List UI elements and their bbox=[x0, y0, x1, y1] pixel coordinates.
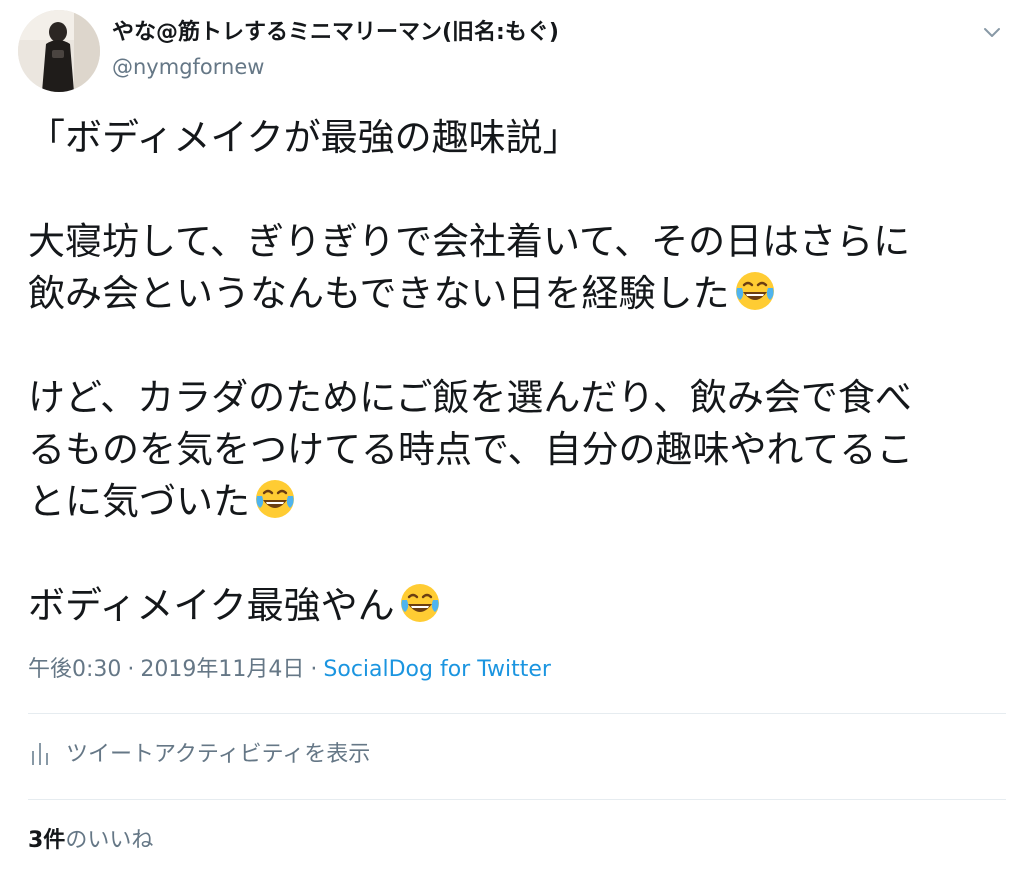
avatar-photo bbox=[18, 10, 100, 92]
display-name[interactable]: やな@筋トレするミニマリーマン(旧名:もぐ) bbox=[112, 20, 559, 46]
tweet-date[interactable]: 2019年11月4日 bbox=[140, 657, 304, 682]
tweet-time[interactable]: 午後0:30 bbox=[28, 657, 121, 682]
user-handle[interactable]: @nymgfornew bbox=[112, 54, 264, 80]
tweet-line: けど、カラダのためにご飯を選んだり、飲み会で食べ bbox=[28, 376, 912, 419]
tweet-line: るものを気をつけてる時点で、自分の趣味やれてるこ bbox=[28, 428, 914, 471]
tears-of-joy-emoji-icon bbox=[252, 476, 298, 522]
tweet-detail: やな@筋トレするミニマリーマン(旧名:もぐ) @nymgfornew 「ボディメ… bbox=[0, 0, 1024, 870]
bar-chart-icon bbox=[32, 743, 48, 765]
tweet-text: 「ボディメイクが最強の趣味説」 大寝坊して、ぎりぎりで会社着いて、その日はさらに… bbox=[28, 112, 1003, 632]
tears-of-joy-emoji-icon bbox=[732, 268, 778, 314]
tweet-meta: 午後0:30 · 2019年11月4日 · SocialDog for Twitter bbox=[28, 655, 551, 685]
chevron-down-icon[interactable] bbox=[978, 18, 1006, 46]
tears-of-joy-emoji-icon bbox=[397, 580, 443, 626]
avatar[interactable] bbox=[18, 10, 100, 92]
divider bbox=[28, 799, 1006, 800]
tweet-source-link[interactable]: SocialDog for Twitter bbox=[323, 657, 551, 682]
tweet-line: 飲み会というなんもできない日を経験した bbox=[28, 268, 1003, 320]
likes-count-link[interactable]: 3件のいいね bbox=[28, 826, 153, 856]
tweet-activity-label: ツイートアクティビティを表示 bbox=[66, 742, 371, 767]
likes-count: 3件 bbox=[28, 828, 66, 853]
meta-separator: · bbox=[310, 657, 318, 682]
divider bbox=[28, 713, 1006, 714]
likes-label: のいいね bbox=[65, 828, 154, 853]
meta-separator: · bbox=[127, 657, 135, 682]
tweet-activity-link[interactable]: ツイートアクティビティを表示 bbox=[30, 740, 370, 770]
tweet-line: とに気づいた bbox=[28, 476, 1003, 528]
tweet-line: 「ボディメイクが最強の趣味説」 bbox=[28, 116, 580, 159]
tweet-line: 大寝坊して、ぎりぎりで会社着いて、その日はさらに bbox=[28, 220, 911, 263]
tweet-line: ボディメイク最強やん bbox=[28, 580, 1003, 632]
